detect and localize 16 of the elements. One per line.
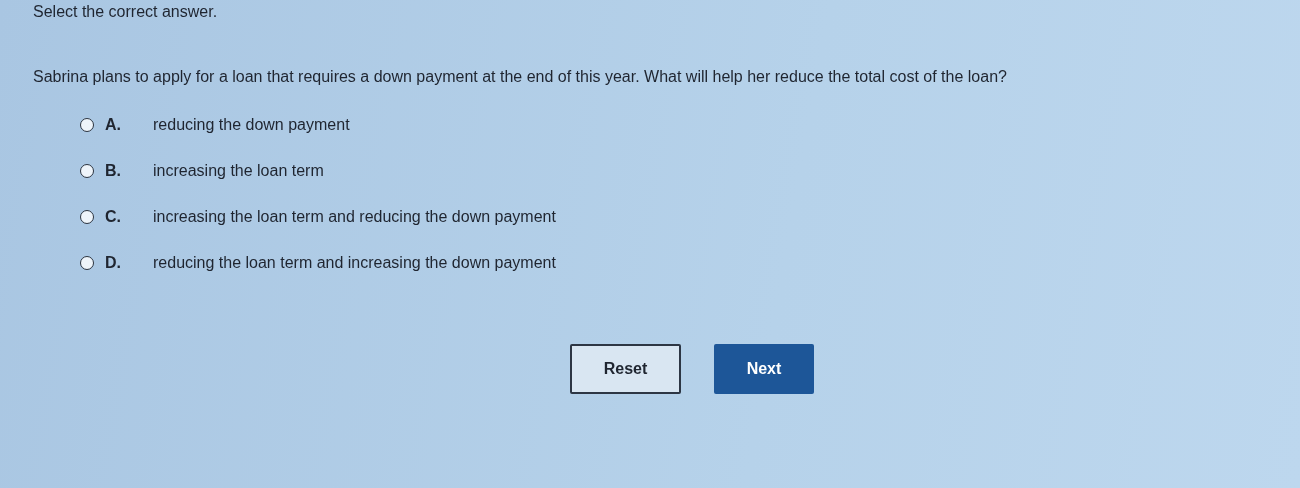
option-text[interactable]: increasing the loan term and reducing the down payment xyxy=(153,208,556,226)
option-letter: A. xyxy=(105,116,122,134)
radio-button[interactable] xyxy=(80,210,94,224)
option-letter: B. xyxy=(105,162,122,180)
option-text[interactable]: increasing the loan term xyxy=(153,162,324,180)
radio-button[interactable] xyxy=(80,256,94,270)
radio-button[interactable] xyxy=(80,118,94,132)
option-text[interactable]: reducing the loan term and increasing the down payment xyxy=(153,254,556,272)
question-text: Sabrina plans to apply for a loan that requires a down payment at the end of this year. What will help her reduce the total cost of the loan? xyxy=(33,67,1008,87)
next-button[interactable]: Next xyxy=(714,344,814,394)
option-letter: C. xyxy=(105,208,122,226)
reset-button[interactable]: Reset xyxy=(570,344,681,394)
option-letter: D. xyxy=(105,254,122,272)
radio-button[interactable] xyxy=(80,164,94,178)
instruction-text: Select the correct answer. xyxy=(33,2,219,22)
option-text[interactable]: reducing the down payment xyxy=(153,116,350,134)
